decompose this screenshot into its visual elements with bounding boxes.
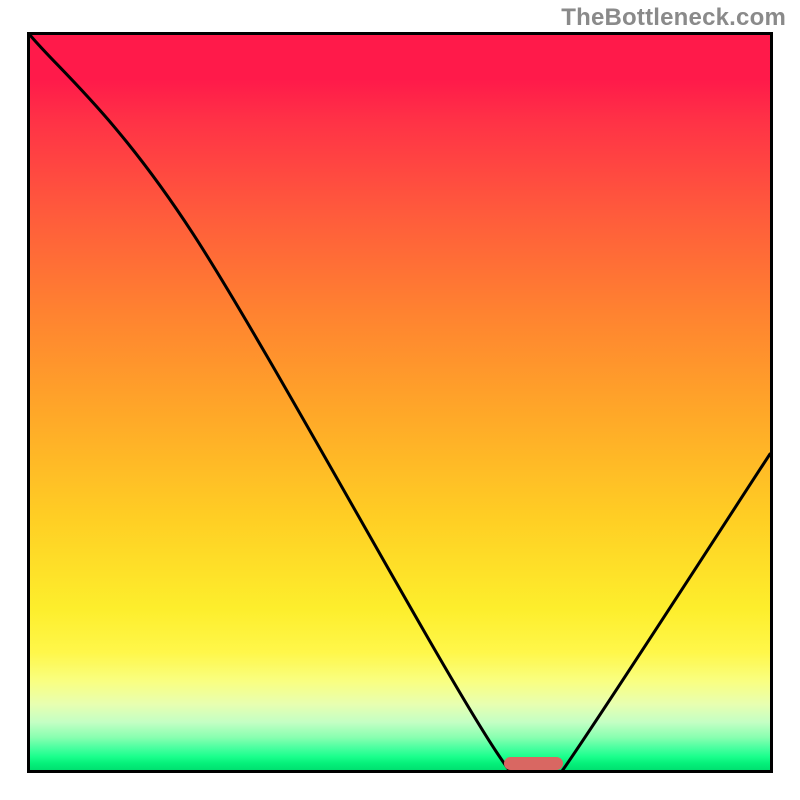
plot-area bbox=[27, 32, 773, 773]
selected-range-marker bbox=[504, 757, 563, 770]
chart-container: TheBottleneck.com bbox=[0, 0, 800, 800]
watermark-text: TheBottleneck.com bbox=[561, 4, 786, 32]
bottleneck-curve bbox=[30, 35, 770, 770]
